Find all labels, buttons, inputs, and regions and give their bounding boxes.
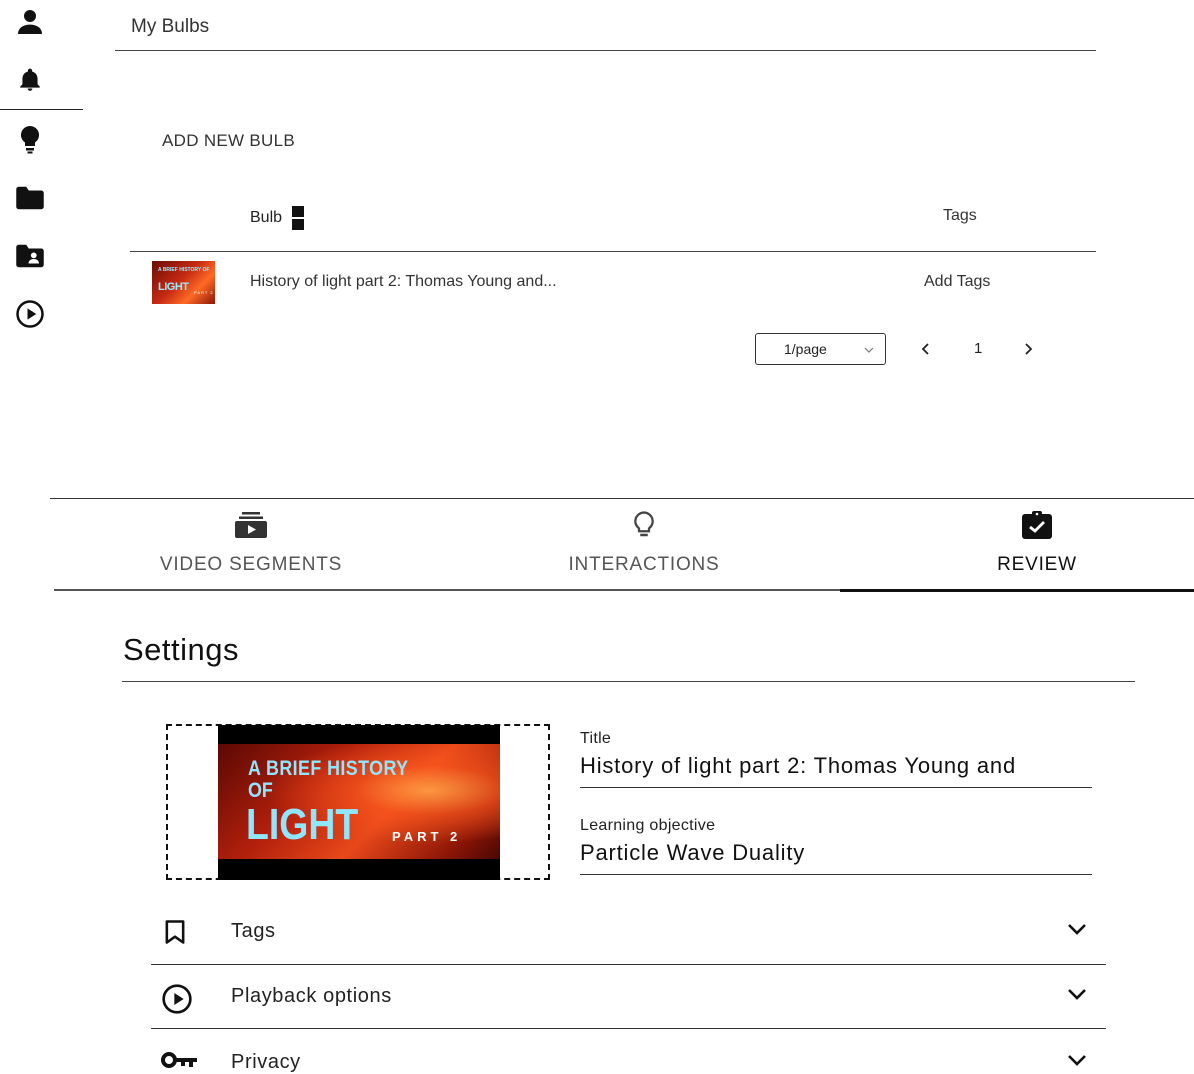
page-number[interactable]: 1 [974, 340, 982, 357]
column-header-bulb[interactable]: Bulb [250, 206, 305, 230]
learning-objective-underline [580, 874, 1092, 875]
bookmark-icon [161, 918, 189, 951]
tab-label: VIDEO SEGMENTS [159, 554, 343, 575]
bulb-thumbnail-text: A BRIEF HISTORY OF [158, 267, 210, 273]
person-icon[interactable] [14, 6, 46, 38]
play-circle-icon[interactable] [14, 298, 46, 330]
bulb-thumbnail-text: PART 2 [194, 290, 214, 295]
add-tags-link[interactable]: Add Tags [924, 273, 990, 291]
playback-options-section-header[interactable]: Playback options [151, 965, 1106, 1029]
chevron-left-icon[interactable] [918, 340, 934, 363]
chevron-right-icon[interactable] [1020, 340, 1036, 363]
learning-objective-input[interactable]: Particle Wave Duality [580, 840, 1092, 866]
bell-icon[interactable] [14, 64, 46, 96]
bulb-thumbnail-text: LIGHT [158, 281, 189, 293]
section-label: Playback options [231, 985, 392, 1007]
video-thumbnail: A BRIEF HISTORY OF LIGHT PART 2 [218, 725, 500, 880]
privacy-section-header[interactable]: Privacy [151, 1029, 1106, 1073]
page-title: My Bulbs [131, 16, 210, 37]
settings-divider [122, 681, 1135, 682]
thumbnail-text: LIGHT [246, 800, 359, 849]
page-size-value: 1/page [784, 341, 827, 357]
sidebar-divider [0, 109, 83, 110]
section-label: Tags [231, 920, 276, 942]
title-underline [580, 787, 1092, 788]
title-input[interactable]: History of light part 2: Thomas Young an… [580, 753, 1092, 779]
chevron-down-icon [1066, 1053, 1088, 1072]
tab-interactions[interactable]: INTERACTIONS [540, 510, 748, 590]
thumbnail-text: PART 2 [392, 829, 462, 844]
table-header-divider [130, 251, 1096, 252]
editor-divider [50, 498, 1194, 499]
column-header-tags: Tags [943, 207, 977, 224]
page-size-select[interactable]: 1/page [755, 333, 886, 365]
video-thumbnail-image: A BRIEF HISTORY OF LIGHT PART 2 [218, 744, 500, 859]
tab-active-indicator [840, 589, 1194, 592]
bulb-icon[interactable] [14, 124, 46, 156]
title-label: Title [580, 730, 612, 747]
play-circle-icon [161, 983, 193, 1020]
chevron-down-icon [863, 343, 875, 359]
tab-label: INTERACTIONS [568, 554, 720, 575]
tab-review[interactable]: REVIEW [970, 510, 1104, 590]
tab-video-segments[interactable]: VIDEO SEGMENTS [140, 510, 362, 590]
settings-heading: Settings [123, 632, 240, 667]
chevron-down-icon [1066, 922, 1088, 941]
add-new-bulb-button[interactable]: ADD NEW BULB [162, 131, 295, 151]
title-divider [115, 50, 1096, 51]
tab-label: REVIEW [997, 554, 1077, 575]
thumbnail-text: A BRIEF HISTORY [248, 757, 409, 780]
video-stack-icon [232, 510, 270, 545]
shared-folder-icon[interactable] [14, 240, 46, 272]
tags-section-header[interactable]: Tags [151, 900, 1106, 964]
bulb-thumbnail[interactable]: A BRIEF HISTORY OF LIGHT PART 2 [152, 261, 215, 304]
clipboard-check-icon [1020, 510, 1054, 545]
column-header-bulb-label: Bulb [250, 209, 283, 226]
bulb-title-link[interactable]: History of light part 2: Thomas Young an… [250, 273, 557, 291]
folder-icon[interactable] [14, 182, 46, 214]
chevron-down-icon [1066, 987, 1088, 1006]
learning-objective-label: Learning objective [580, 817, 716, 834]
thumbnail-text: OF [248, 779, 273, 802]
sort-icon[interactable] [292, 206, 305, 230]
bulb-outline-icon [629, 510, 659, 545]
